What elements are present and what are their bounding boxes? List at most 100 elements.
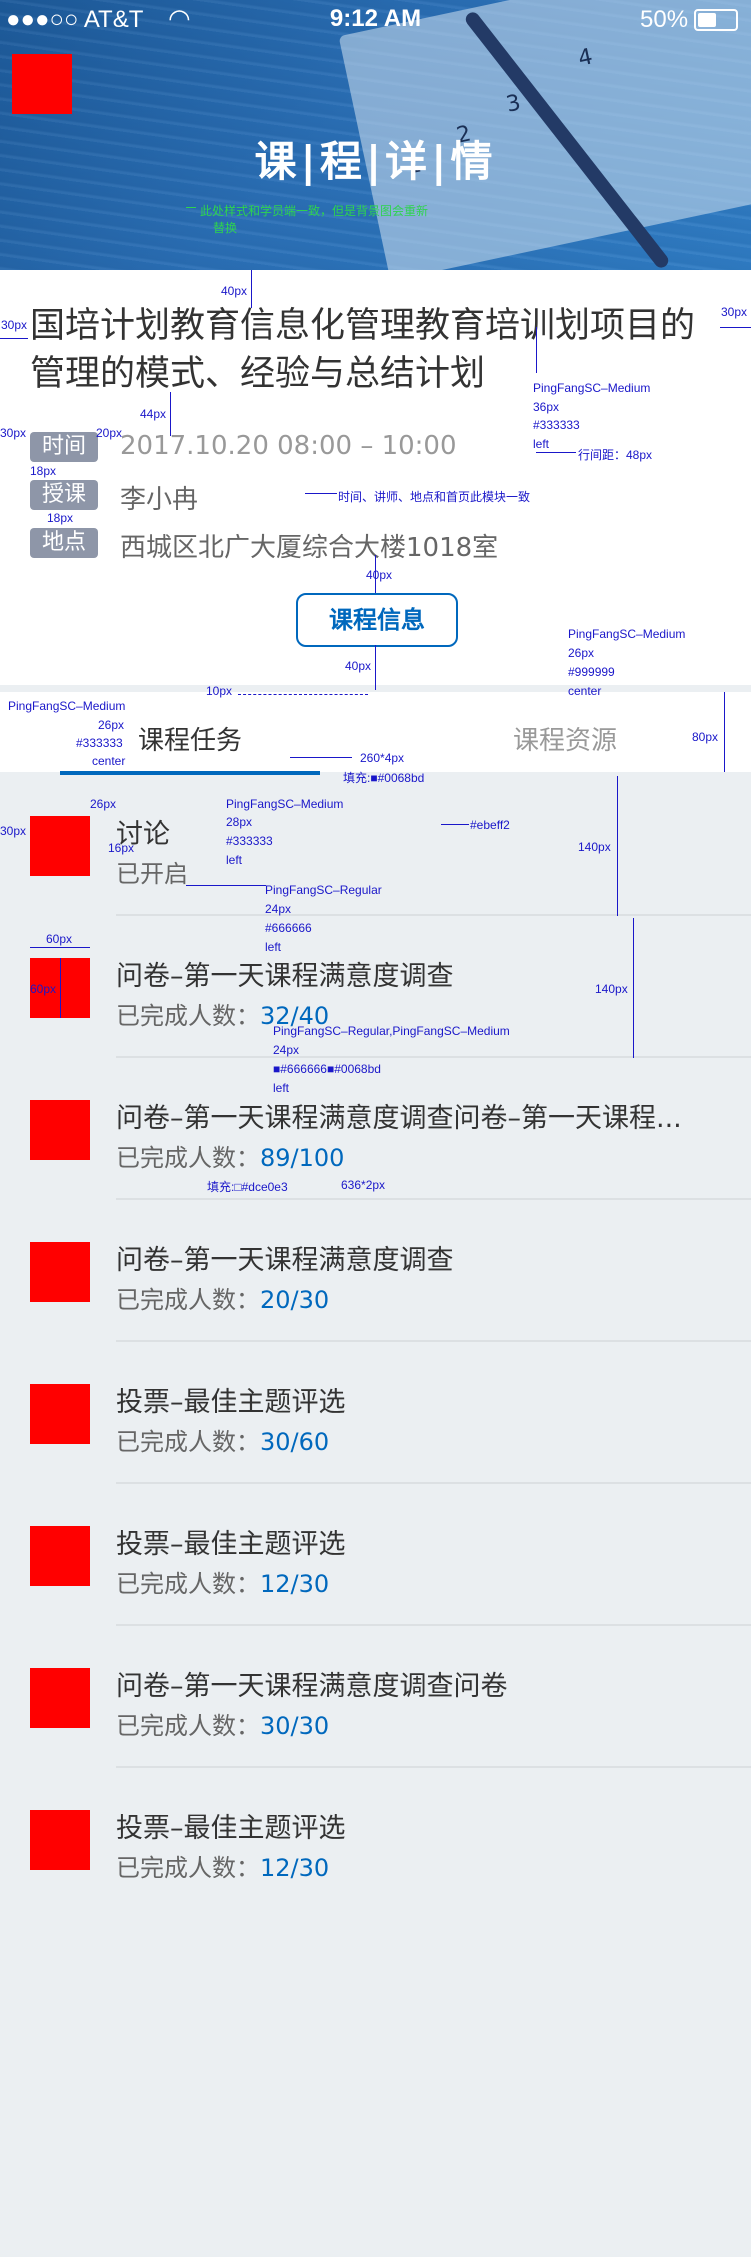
task-title: 问卷–第一天课程满意度调查 <box>116 961 454 992</box>
task-title: 投票–最佳主题评选 <box>116 1387 346 1418</box>
row-divider <box>116 1340 751 1342</box>
title-color-label: #333333 <box>533 418 580 432</box>
row-divider <box>116 1766 751 1768</box>
annotation-line <box>536 452 576 453</box>
spacing-label: 20px <box>96 426 123 440</box>
task-progress: 已完成人数：12/30 <box>116 1848 329 1883</box>
spacing-line <box>633 918 634 1058</box>
btn-font-label: PingFangSC–Medium <box>568 627 686 641</box>
task-progress: 已完成人数：20/30 <box>116 1280 329 1315</box>
task-icon <box>30 1384 90 1444</box>
task-progress: 已完成人数：30/30 <box>116 1706 329 1741</box>
sub-font-label: PingFangSC–Regular <box>265 883 382 897</box>
calendar-number: 4 <box>576 44 595 72</box>
progress-count: 12/30 <box>260 1854 330 1882</box>
header-note-line2: 替换 <box>213 221 238 235</box>
spacing-label: 40px <box>366 568 393 582</box>
count-color-label: ■#666666■#0068bd <box>273 1062 381 1076</box>
btn-color-label: #999999 <box>568 665 615 679</box>
title-font-label: PingFangSC–Medium <box>533 381 651 395</box>
info-note-label: 时间、讲师、地点和首页此模块一致 <box>338 490 531 504</box>
task-row[interactable]: 问卷–第一天课程满意度调查 已完成人数：20/30 <box>0 1202 751 1342</box>
row-title-font-label: PingFangSC–Medium <box>226 797 344 811</box>
task-progress: 已完成人数：89/100 <box>116 1138 344 1173</box>
task-row[interactable]: 投票–最佳主题评选 已完成人数：12/30 <box>0 1770 751 1910</box>
title-align-label: left <box>533 437 550 451</box>
spacing-line <box>375 645 376 690</box>
page-title: 课|程|详|情 <box>254 137 497 186</box>
battery-icon <box>694 9 738 31</box>
sub-size-label: 24px <box>265 902 292 916</box>
tab-course-resources[interactable]: 课程资源 <box>435 720 695 757</box>
row-divider <box>116 914 751 916</box>
task-title: 问卷–第一天课程满意度调查问卷–第一天课程... <box>116 1103 682 1134</box>
task-progress: 已完成人数：30/60 <box>116 1422 329 1457</box>
tab-color-label: #333333 <box>76 736 123 750</box>
tab-font-label: PingFangSC–Medium <box>8 699 126 713</box>
task-status: 已开启 <box>116 860 188 888</box>
color-swatch: ■ <box>370 771 378 785</box>
task-progress: 已完成人数：12/30 <box>116 1564 329 1599</box>
btn-size-label: 26px <box>568 646 595 660</box>
spacing-label: 40px <box>345 659 372 673</box>
tab-underline <box>60 771 320 775</box>
progress-label: 已完成人数： <box>116 1570 260 1598</box>
annotation-line <box>305 493 337 494</box>
spacing-label: 30px <box>0 824 27 838</box>
progress-count: 30/30 <box>260 1712 330 1740</box>
count-color1-text: #666666 <box>280 1062 327 1076</box>
progress-label: 已完成人数： <box>116 1428 260 1456</box>
annotation-line <box>238 694 368 695</box>
spacing-label: 40px <box>221 284 248 298</box>
header-note: 此处样式和学员端一致，但是背景图会重新 <box>200 204 429 218</box>
row-divider <box>116 1482 751 1484</box>
teacher-tag: 授课 <box>30 480 98 510</box>
back-button[interactable] <box>12 54 72 114</box>
spacing-label: 140px <box>578 840 611 854</box>
task-icon <box>30 1810 90 1870</box>
divider-color-text: #dce0e3 <box>241 1180 288 1194</box>
spacing-label: 140px <box>595 982 628 996</box>
underline-size-label: 260*4px <box>360 751 405 765</box>
spacing-line <box>170 392 171 436</box>
spacing-label: 60px <box>46 932 73 946</box>
course-info-button[interactable]: 课程信息 <box>296 593 458 647</box>
calendar-number: 3 <box>504 90 523 118</box>
divider-fill-text: 填充: <box>207 1180 235 1194</box>
row-title-color-label: #333333 <box>226 834 273 848</box>
spacing-label: 30px <box>1 318 28 332</box>
title-linespacing-label: 行间距：48px <box>578 448 653 462</box>
task-row[interactable]: 问卷–第一天课程满意度调查问卷 已完成人数：30/30 <box>0 1628 751 1768</box>
spacing-line <box>251 270 252 308</box>
spacing-line <box>0 338 28 339</box>
task-icon <box>30 1526 90 1586</box>
task-icon <box>30 1668 90 1728</box>
header-note-marker <box>186 207 196 208</box>
course-location: 西城区北广大厦综合大楼1018室 <box>120 533 499 563</box>
progress-count: 30/60 <box>260 1428 330 1456</box>
task-icon <box>30 1100 90 1160</box>
spacing-label: 80px <box>692 730 719 744</box>
location-tag: 地点 <box>30 528 98 558</box>
task-row[interactable]: 投票–最佳主题评选 已完成人数：12/30 <box>0 1486 751 1626</box>
row-title-align-label: left <box>226 853 243 867</box>
status-time: 9:12 AM <box>329 5 422 32</box>
row-divider <box>116 1056 751 1058</box>
progress-count: 12/30 <box>260 1570 330 1598</box>
underline-color-text: #0068bd <box>377 771 425 785</box>
sub-align-label: left <box>265 940 282 954</box>
tab-align-label: center <box>92 754 126 768</box>
spacing-label: 44px <box>140 407 167 421</box>
task-title: 投票–最佳主题评选 <box>116 1813 346 1844</box>
spacing-label: 60px <box>30 982 57 996</box>
divider-fill-label: 填充:□#dce0e3 <box>207 1178 288 1195</box>
spacing-label: 26px <box>90 797 117 811</box>
task-row[interactable]: 投票–最佳主题评选 已完成人数：30/60 <box>0 1344 751 1484</box>
btn-align-label: center <box>568 684 602 698</box>
task-title: 问卷–第一天课程满意度调查问卷 <box>116 1671 508 1702</box>
progress-label: 已完成人数： <box>116 1712 260 1740</box>
sub-color-label: #666666 <box>265 921 312 935</box>
spacing-label: 30px <box>721 305 748 319</box>
underline-fill-text: 填充: <box>343 771 371 785</box>
bg-color-label: #ebeff2 <box>470 818 510 832</box>
